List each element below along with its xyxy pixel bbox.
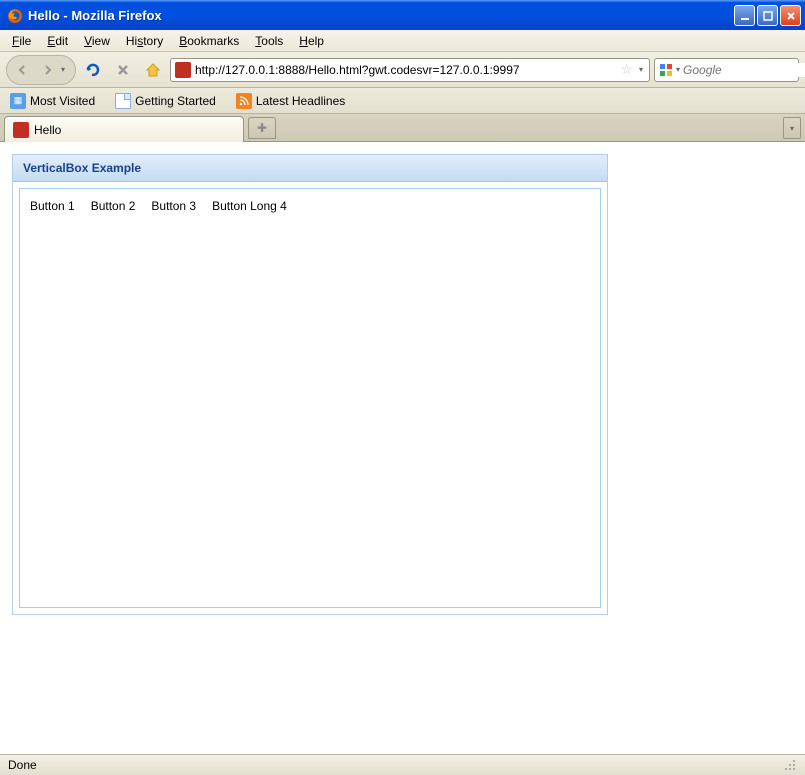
google-icon[interactable] bbox=[659, 62, 673, 78]
stop-button[interactable] bbox=[110, 57, 136, 83]
nav-toolbar: ▾ ☆ ▾ ▾ bbox=[0, 52, 805, 88]
bookmark-label: Getting Started bbox=[135, 94, 216, 108]
close-button[interactable] bbox=[780, 5, 801, 26]
window-controls bbox=[734, 5, 801, 26]
page-icon bbox=[115, 93, 131, 109]
rss-icon bbox=[236, 93, 252, 109]
bookmark-most-visited[interactable]: ▦ Most Visited bbox=[6, 91, 99, 111]
new-tab-button[interactable]: ✚ bbox=[248, 117, 276, 139]
search-input[interactable] bbox=[683, 63, 805, 77]
nav-button-group: ▾ bbox=[6, 55, 76, 85]
resize-grip[interactable] bbox=[783, 758, 797, 772]
menu-view[interactable]: View bbox=[76, 31, 118, 51]
menubar: File Edit View History Bookmarks Tools H… bbox=[0, 30, 805, 52]
menu-bookmarks[interactable]: Bookmarks bbox=[171, 31, 247, 51]
forward-button[interactable] bbox=[35, 57, 61, 83]
minimize-button[interactable] bbox=[734, 5, 755, 26]
window-titlebar: Hello - Mozilla Firefox bbox=[0, 0, 805, 30]
maximize-button[interactable] bbox=[757, 5, 778, 26]
reload-button[interactable] bbox=[80, 57, 106, 83]
url-favicon-icon bbox=[175, 62, 191, 78]
bookmark-getting-started[interactable]: Getting Started bbox=[111, 91, 220, 111]
window-title: Hello - Mozilla Firefox bbox=[28, 8, 734, 23]
status-bar: Done bbox=[0, 754, 805, 775]
panel-inner: Button 1 Button 2 Button 3 Button Long 4 bbox=[19, 188, 601, 608]
menu-history[interactable]: History bbox=[118, 31, 171, 51]
tab-list-button[interactable]: ▾ bbox=[783, 117, 801, 139]
tab-label: Hello bbox=[34, 123, 61, 137]
button-1[interactable]: Button 1 bbox=[30, 197, 75, 215]
panel-title: VerticalBox Example bbox=[13, 155, 607, 182]
back-button[interactable] bbox=[9, 57, 35, 83]
panel-body: Button 1 Button 2 Button 3 Button Long 4 bbox=[13, 182, 607, 614]
url-input[interactable] bbox=[195, 63, 616, 77]
bookmark-latest-headlines[interactable]: Latest Headlines bbox=[232, 91, 349, 111]
firefox-icon bbox=[7, 8, 23, 24]
tab-favicon-icon bbox=[13, 122, 29, 138]
bookmarks-toolbar: ▦ Most Visited Getting Started Latest He… bbox=[0, 88, 805, 114]
url-bar[interactable]: ☆ ▾ bbox=[170, 58, 650, 82]
button-long-4[interactable]: Button Long 4 bbox=[212, 197, 287, 215]
most-visited-icon: ▦ bbox=[10, 93, 26, 109]
status-text: Done bbox=[8, 758, 783, 772]
url-dropdown-icon[interactable]: ▾ bbox=[637, 65, 645, 74]
tab-bar: Hello ✚ ▾ bbox=[0, 114, 805, 142]
button-3[interactable]: Button 3 bbox=[151, 197, 196, 215]
menu-help[interactable]: Help bbox=[291, 31, 332, 51]
nav-history-dropdown[interactable]: ▾ bbox=[61, 65, 73, 74]
tab-hello[interactable]: Hello bbox=[4, 116, 244, 142]
page-content: VerticalBox Example Button 1 Button 2 Bu… bbox=[0, 142, 805, 754]
bookmark-label: Most Visited bbox=[30, 94, 95, 108]
home-button[interactable] bbox=[140, 57, 166, 83]
bookmark-label: Latest Headlines bbox=[256, 94, 345, 108]
menu-file[interactable]: File bbox=[4, 31, 39, 51]
bookmark-star-icon[interactable]: ☆ bbox=[620, 61, 633, 78]
menu-tools[interactable]: Tools bbox=[247, 31, 291, 51]
menu-edit[interactable]: Edit bbox=[39, 31, 76, 51]
search-engine-dropdown[interactable]: ▾ bbox=[676, 65, 680, 74]
button-2[interactable]: Button 2 bbox=[91, 197, 136, 215]
verticalbox-panel: VerticalBox Example Button 1 Button 2 Bu… bbox=[12, 154, 608, 615]
search-bar[interactable]: ▾ bbox=[654, 58, 799, 82]
